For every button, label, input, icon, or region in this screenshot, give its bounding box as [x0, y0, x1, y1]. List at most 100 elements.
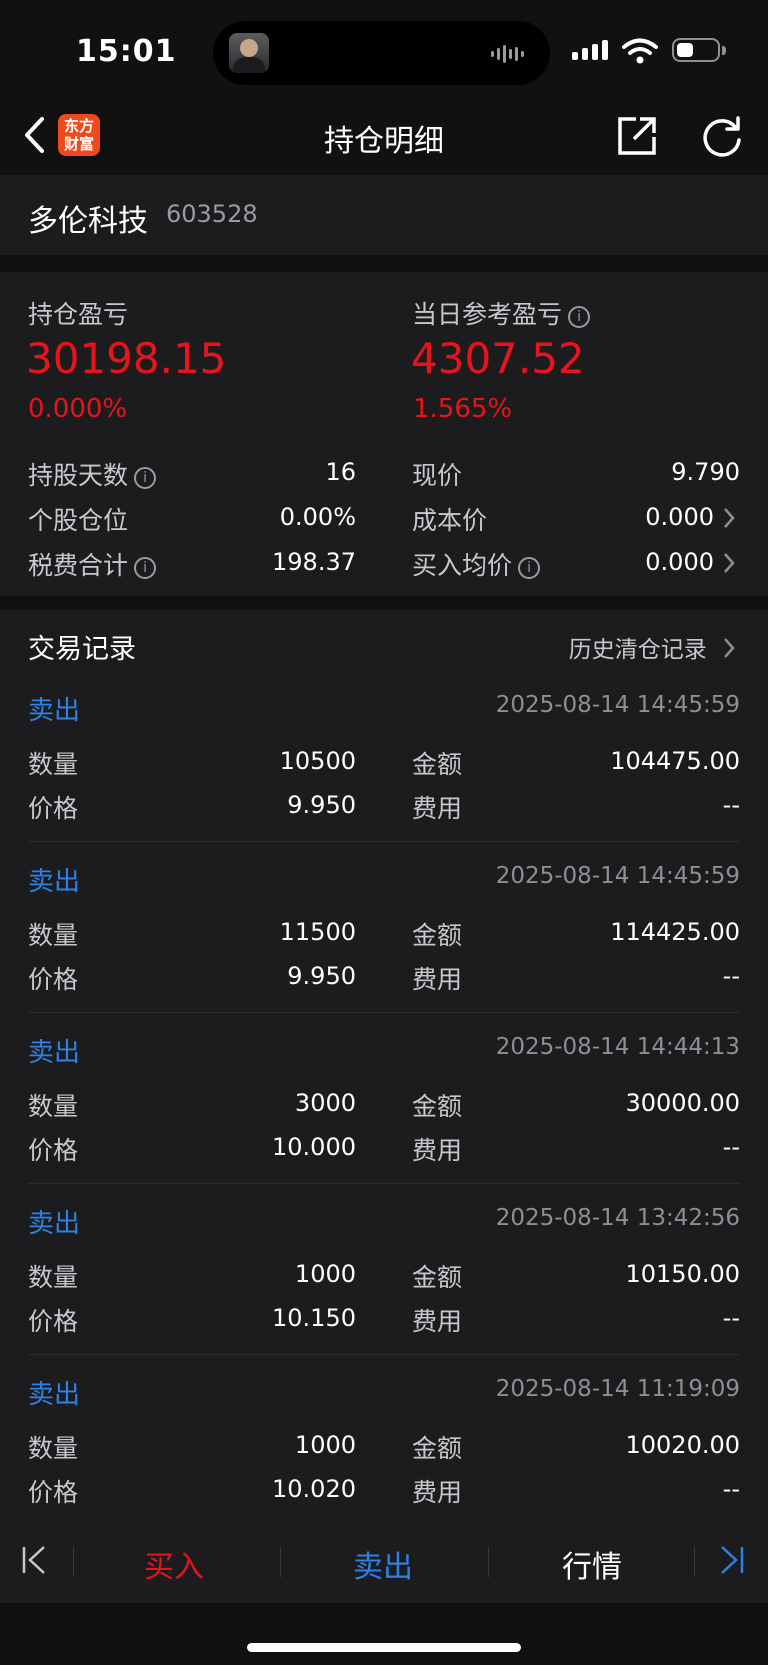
stock-code: 603528 [166, 200, 258, 228]
day-pl-value: 4307.52 [411, 334, 585, 383]
tab-separator [488, 1547, 489, 1577]
amount-value: 114425.00 [610, 918, 740, 946]
stock-name: 多伦科技 [28, 204, 148, 239]
trade-records-title: 交易记录 [28, 634, 136, 665]
chevron-right-icon[interactable] [722, 551, 736, 575]
cellular-signal-icon [572, 40, 608, 60]
fee-label: 费用 [412, 1478, 463, 1507]
position-ratio-label: 个股仓位 [28, 506, 129, 535]
amount-label: 金额 [412, 1263, 463, 1292]
home-indicator[interactable] [247, 1643, 521, 1652]
trade-time: 2025-08-14 13:42:56 [495, 1205, 740, 1231]
status-time: 15:01 [76, 34, 177, 69]
first-page-icon[interactable] [20, 1545, 48, 1575]
tab-separator [280, 1547, 281, 1577]
battery-icon [672, 38, 720, 62]
qty-label: 数量 [28, 921, 79, 950]
cost-price-value[interactable]: 0.000 [540, 503, 714, 531]
sell-tab[interactable]: 卖出 [283, 1542, 483, 1586]
cost-price-label: 成本价 [412, 506, 488, 535]
share-icon[interactable] [616, 115, 658, 157]
qty-label: 数量 [28, 1434, 79, 1463]
price-value: 9.950 [287, 962, 356, 990]
qty-label: 数量 [28, 750, 79, 779]
island-avatar [229, 33, 269, 73]
battery-cap [722, 46, 726, 55]
info-icon[interactable]: i [134, 467, 157, 489]
trade-time: 2025-08-14 11:19:09 [495, 1376, 740, 1402]
home-area [0, 1603, 768, 1665]
tax-total-value: 198.37 [272, 548, 356, 576]
amount-value: 30000.00 [625, 1089, 740, 1117]
amount-value: 10150.00 [625, 1260, 740, 1288]
holding-days-value: 16 [325, 458, 356, 486]
chevron-right-icon[interactable] [722, 636, 736, 660]
last-page-icon[interactable] [718, 1545, 746, 1575]
refresh-icon[interactable] [700, 114, 744, 158]
tax-total-label-group: 税费合计 i [28, 546, 157, 582]
trade-side: 卖出 [28, 1038, 81, 1068]
qty-value: 11500 [279, 918, 356, 946]
price-value: 10.150 [272, 1304, 356, 1332]
qty-label: 数量 [28, 1092, 79, 1121]
price-label: 价格 [28, 1136, 79, 1165]
wifi-icon [622, 38, 658, 64]
fee-value: -- [722, 962, 740, 990]
amount-label: 金额 [412, 1092, 463, 1121]
day-pl-pct: 1.565% [413, 394, 513, 424]
day-pl-label: 当日参考盈亏 [412, 300, 563, 329]
fee-label: 费用 [412, 1307, 463, 1336]
position-pl-pct: 0.000% [28, 394, 128, 424]
chevron-right-icon[interactable] [722, 506, 736, 530]
tax-total-label: 税费合计 [28, 551, 129, 580]
position-pl-label: 持仓盈亏 [28, 300, 129, 329]
fee-value: -- [722, 1304, 740, 1332]
price-label: 价格 [28, 1478, 79, 1507]
avg-buy-label-group: 买入均价 i [412, 546, 541, 582]
fee-value: -- [722, 791, 740, 819]
trade-side: 卖出 [28, 696, 81, 726]
qty-label: 数量 [28, 1263, 79, 1292]
price-label: 价格 [28, 1307, 79, 1336]
holding-days-label: 持股天数 [28, 461, 129, 490]
dynamic-island [213, 21, 550, 85]
trade-time: 2025-08-14 14:45:59 [495, 863, 740, 889]
amount-label: 金额 [412, 921, 463, 950]
tab-separator [694, 1547, 695, 1577]
fee-value: -- [722, 1133, 740, 1161]
amount-value: 104475.00 [610, 747, 740, 775]
amount-value: 10020.00 [625, 1431, 740, 1459]
price-value: 9.950 [287, 791, 356, 819]
amount-label: 金额 [412, 1434, 463, 1463]
qty-value: 10500 [279, 747, 356, 775]
price-label: 价格 [28, 794, 79, 823]
info-icon[interactable]: i [518, 557, 541, 579]
info-icon[interactable]: i [134, 557, 157, 579]
fee-label: 费用 [412, 794, 463, 823]
price-value: 10.000 [272, 1133, 356, 1161]
position-pl-value: 30198.15 [26, 334, 227, 383]
audio-wave-icon [491, 45, 524, 63]
divider [28, 1354, 740, 1355]
trade-time: 2025-08-14 14:44:13 [495, 1034, 740, 1060]
trade-side: 卖出 [28, 1209, 81, 1239]
amount-label: 金额 [412, 750, 463, 779]
position-ratio-value: 0.00% [279, 503, 356, 531]
divider [28, 1183, 740, 1184]
info-icon[interactable]: i [568, 306, 591, 328]
history-clear-label[interactable]: 历史清仓记录 [569, 637, 707, 663]
buy-tab[interactable]: 买入 [74, 1542, 274, 1586]
trade-side: 卖出 [28, 867, 81, 897]
fee-label: 费用 [412, 965, 463, 994]
divider [28, 841, 740, 842]
divider [28, 1012, 740, 1013]
day-pl-label-group: 当日参考盈亏 i [412, 295, 591, 331]
qty-value: 1000 [294, 1260, 356, 1288]
quote-tab[interactable]: 行情 [492, 1542, 692, 1586]
avg-buy-label: 买入均价 [412, 551, 513, 580]
avg-buy-value[interactable]: 0.000 [540, 548, 714, 576]
price-value: 10.020 [272, 1475, 356, 1503]
price-label: 价格 [28, 965, 79, 994]
current-price-value: 9.790 [671, 458, 740, 486]
history-clear-link[interactable]: 历史清仓记录 [569, 630, 736, 664]
